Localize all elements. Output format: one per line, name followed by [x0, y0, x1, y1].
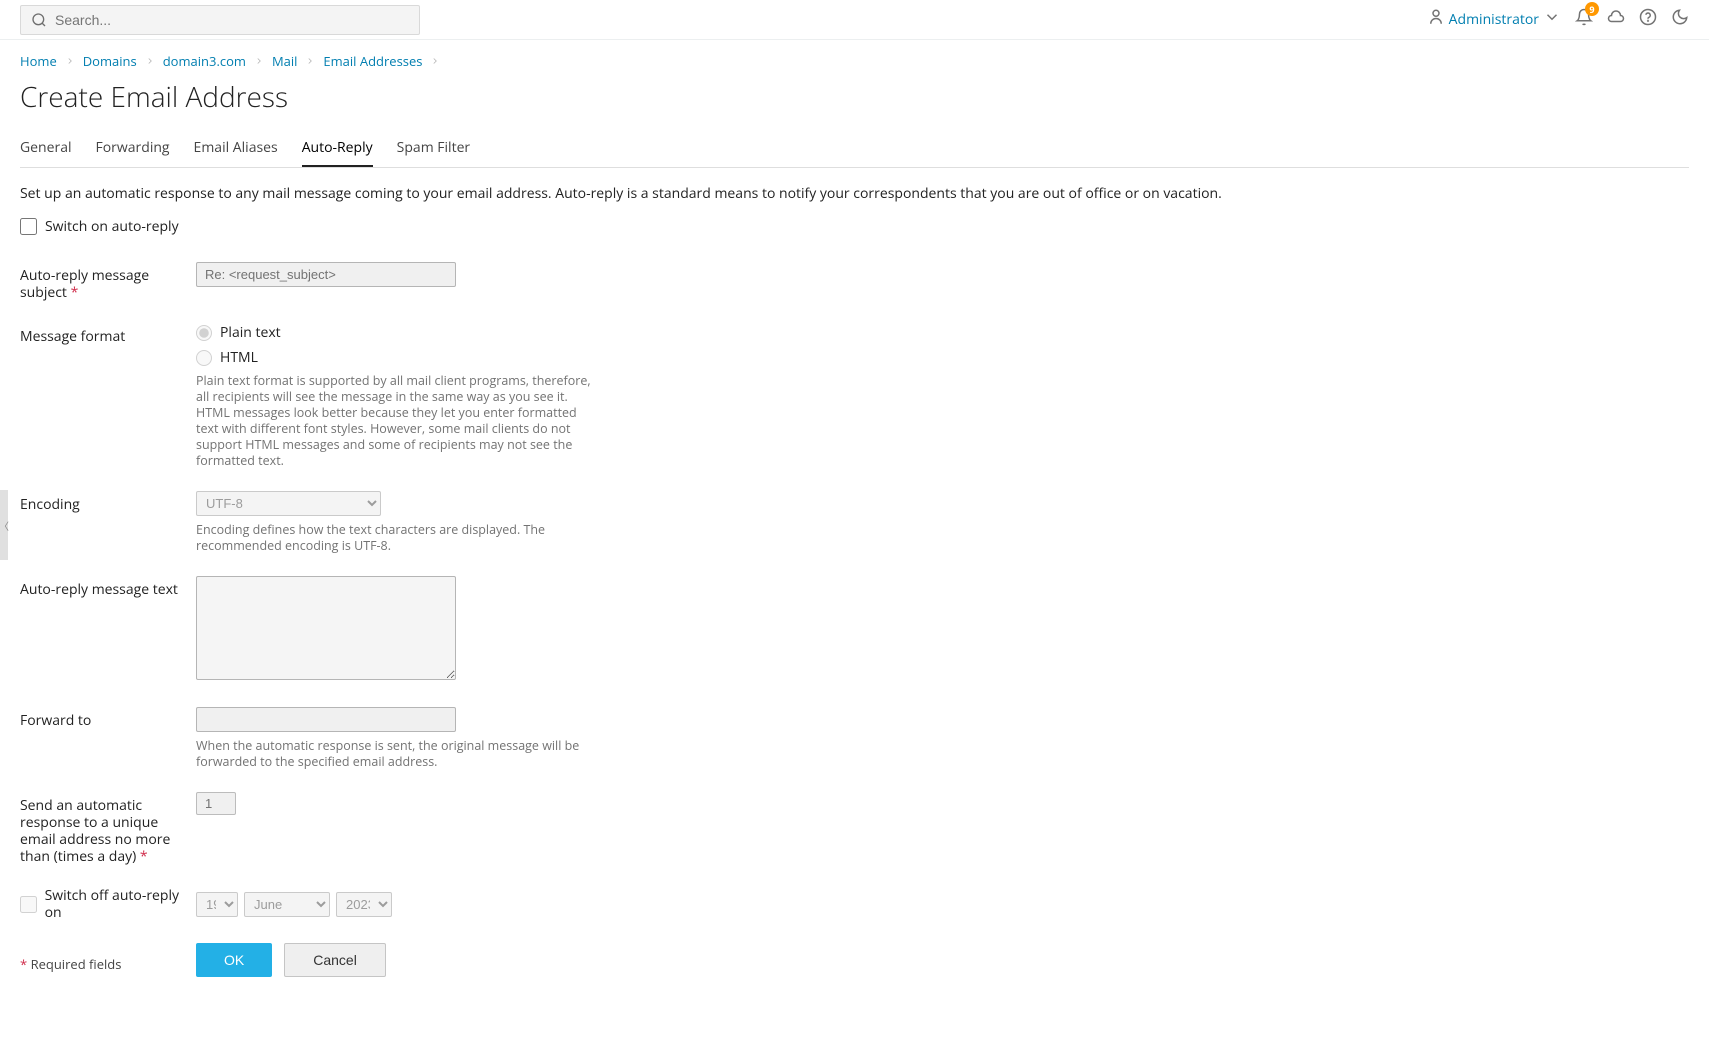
tab-autoreply[interactable]: Auto-Reply	[302, 130, 373, 167]
switch-on-label: Switch on auto-reply	[45, 217, 179, 236]
switch-off-checkbox[interactable]	[20, 896, 37, 913]
search-box[interactable]	[20, 5, 420, 35]
format-label: Message format	[20, 323, 196, 469]
required-asterisk: *	[140, 847, 148, 866]
cloud-speed-icon[interactable]	[1607, 8, 1625, 31]
date-month-select[interactable]: June	[244, 892, 330, 917]
required-asterisk: *	[71, 283, 79, 302]
date-day-select[interactable]: 19	[196, 892, 238, 917]
breadcrumb: Home Domains domain3.com Mail Email Addr…	[20, 52, 1689, 70]
tabs: General Forwarding Email Aliases Auto-Re…	[20, 130, 1689, 168]
format-plain-radio[interactable]	[196, 325, 212, 341]
message-text-area[interactable]	[196, 576, 456, 680]
breadcrumb-emailaddresses[interactable]: Email Addresses	[323, 52, 422, 70]
user-label: Administrator	[1449, 10, 1539, 29]
cancel-button[interactable]: Cancel	[284, 943, 386, 977]
format-hint: Plain text format is supported by all ma…	[196, 373, 601, 469]
chevron-right-icon	[65, 52, 75, 70]
user-icon	[1427, 8, 1445, 31]
chevron-right-icon	[305, 52, 315, 70]
format-html-radio[interactable]	[196, 350, 212, 366]
encoding-label: Encoding	[20, 491, 196, 554]
chevron-right-icon	[145, 52, 155, 70]
text-label: Auto-reply message text	[20, 576, 196, 685]
switch-off-label: Switch off auto-reply on	[45, 887, 196, 921]
page-title: Create Email Address	[20, 78, 1689, 116]
tab-spam[interactable]: Spam Filter	[397, 130, 471, 167]
notif-badge: 9	[1585, 2, 1599, 16]
count-input[interactable]	[196, 792, 236, 815]
format-html-label: HTML	[220, 348, 258, 367]
tab-forwarding[interactable]: Forwarding	[96, 130, 170, 167]
breadcrumb-mail[interactable]: Mail	[272, 52, 297, 70]
required-note: Required fields	[31, 955, 122, 973]
tab-general[interactable]: General	[20, 130, 72, 167]
tab-aliases[interactable]: Email Aliases	[194, 130, 278, 167]
format-plain-label: Plain text	[220, 323, 281, 342]
encoding-hint: Encoding defines how the text characters…	[196, 522, 601, 554]
chevron-down-icon	[1543, 8, 1561, 31]
forward-label: Forward to	[20, 707, 196, 770]
date-year-select[interactable]: 2023	[336, 892, 392, 917]
subject-input[interactable]	[196, 262, 456, 287]
subject-label: Auto-reply message subject	[20, 266, 149, 302]
content: Home Domains domain3.com Mail Email Addr…	[0, 40, 1709, 1039]
sidebar-toggle-handle[interactable]: 〈	[0, 490, 8, 560]
ok-button[interactable]: OK	[196, 943, 272, 977]
switch-on-checkbox[interactable]	[20, 218, 37, 235]
search-icon	[31, 12, 47, 28]
required-asterisk: *	[20, 955, 27, 973]
help-icon[interactable]	[1639, 8, 1657, 31]
switch-on-row: Switch on auto-reply	[20, 217, 1689, 236]
search-input[interactable]	[55, 12, 409, 28]
encoding-select[interactable]: UTF-8	[196, 491, 381, 516]
user-menu[interactable]: Administrator	[1427, 8, 1561, 31]
chevron-right-icon	[430, 52, 440, 70]
count-label: Send an automatic response to a unique e…	[20, 796, 170, 866]
forward-input[interactable]	[196, 707, 456, 732]
breadcrumb-domain3[interactable]: domain3.com	[163, 52, 246, 70]
description-text: Set up an automatic response to any mail…	[20, 184, 1689, 203]
notifications-button[interactable]: 9	[1575, 8, 1593, 31]
topbar: Administrator 9	[0, 0, 1709, 40]
forward-hint: When the automatic response is sent, the…	[196, 738, 601, 770]
theme-moon-icon[interactable]	[1671, 8, 1689, 31]
breadcrumb-domains[interactable]: Domains	[83, 52, 137, 70]
chevron-right-icon	[254, 52, 264, 70]
breadcrumb-home[interactable]: Home	[20, 52, 57, 70]
